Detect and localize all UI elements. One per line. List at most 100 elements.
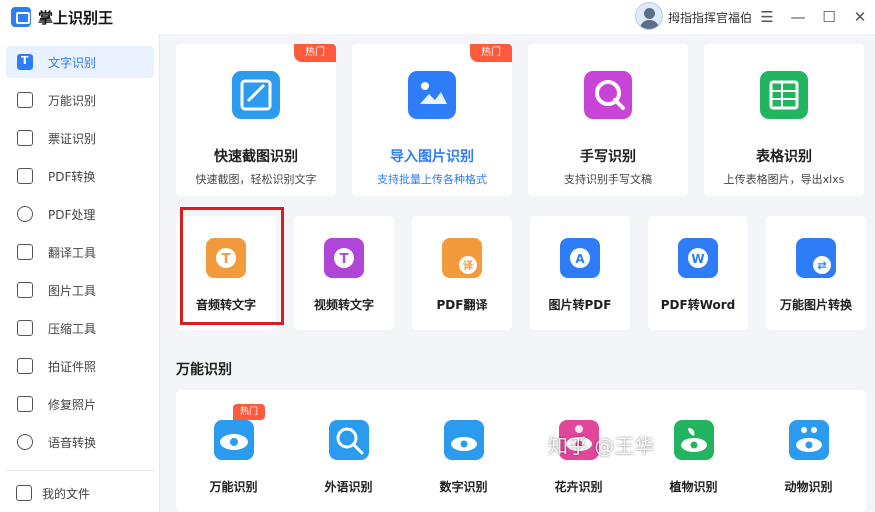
number-icon: [442, 418, 486, 462]
card-title: 手写识别: [580, 149, 636, 165]
quick-screenshot-card[interactable]: 热门 快速截图识别 快速截图，轻松识别文字: [176, 44, 336, 196]
number-recognition-item[interactable]: 数字识别: [406, 390, 521, 512]
highlight-box: [180, 207, 284, 325]
card-subtitle: 上传表格图片，导出xlxs: [723, 173, 845, 186]
image-to-pdf-card[interactable]: A 图片转PDF: [530, 216, 630, 330]
image-to-pdf-icon: A: [558, 236, 602, 280]
icon-letter: W: [691, 252, 704, 266]
sidebar-item-pdf-convert[interactable]: PDF转换: [6, 160, 154, 192]
foreign-language-icon: [327, 418, 371, 462]
card-title: PDF转Word: [660, 298, 736, 312]
import-image-card[interactable]: 热门 导入图片识别 支持批量上传各种格式: [352, 44, 512, 196]
my-files-icon: [16, 485, 32, 501]
close-button[interactable]: ✕: [848, 5, 872, 29]
voice-convert-icon: [17, 434, 33, 450]
hot-badge: 热门: [470, 44, 512, 62]
card-title: 视频转文字: [313, 298, 374, 312]
sidebar-item-label: 修复照片: [48, 398, 97, 412]
sidebar-item-label: PDF处理: [48, 208, 96, 222]
card-title: PDF翻译: [436, 298, 488, 312]
sidebar-item-label: 语音转换: [48, 436, 97, 450]
pdf-translate-card[interactable]: 译 PDF翻译: [412, 216, 512, 330]
screenshot-icon: [229, 68, 283, 122]
animal-recognition-item[interactable]: 动物识别: [751, 390, 866, 512]
foreign-language-item[interactable]: 外语识别: [291, 390, 406, 512]
table-card[interactable]: 表格识别 上传表格图片，导出xlxs: [704, 44, 864, 196]
sidebar-item-universal[interactable]: 万能识别: [6, 84, 154, 116]
sidebar-item-label: PDF转换: [48, 170, 96, 184]
hot-badge: 热门: [294, 44, 336, 62]
avatar[interactable]: [635, 2, 663, 30]
sidebar-item-label: 我的文件: [42, 487, 91, 501]
video-to-text-icon: T: [322, 236, 366, 280]
handwriting-icon: [581, 68, 635, 122]
recognition-panel: 热门 万能识别 外语识别 数字识别 花卉识别 植物识别 动物识别: [176, 390, 866, 512]
ticket-icon: [17, 130, 33, 146]
icon-letter: 译: [463, 259, 474, 272]
video-to-text-card[interactable]: T 视频转文字: [294, 216, 394, 330]
animal-icon: [787, 418, 831, 462]
image-convert-card[interactable]: ⇄ 万能图片转换: [766, 216, 866, 330]
sidebar-item-ticket[interactable]: 票证识别: [6, 122, 154, 154]
sidebar-item-text-recognition[interactable]: 文字识别: [6, 46, 154, 78]
section-title: 万能识别: [176, 362, 232, 378]
translate-icon: [17, 244, 33, 260]
sidebar-item-voice[interactable]: 语音转换: [6, 426, 154, 458]
universal-eye-icon: [212, 418, 256, 462]
card-title: 动物识别: [784, 480, 833, 494]
sidebar-item-label: 翻译工具: [48, 246, 97, 260]
compress-icon: [17, 320, 33, 336]
app-title: 掌上识别王: [38, 9, 114, 27]
sidebar-divider: [6, 470, 154, 471]
image-tool-icon: [17, 282, 33, 298]
maximize-button[interactable]: ☐: [817, 5, 841, 29]
sidebar-item-compress[interactable]: 压缩工具: [6, 312, 154, 344]
icon-letter: T: [340, 252, 349, 267]
sidebar-item-my-files[interactable]: 我的文件: [6, 478, 154, 508]
watermark: 知乎 @王华: [548, 434, 655, 458]
title-bar: 掌上识别王 拇指指挥官福伯 ☰ — ☐ ✕: [0, 0, 875, 34]
sidebar-item-label: 压缩工具: [48, 322, 97, 336]
sidebar-item-image-tool[interactable]: 图片工具: [6, 274, 154, 306]
sidebar-item-label: 文字识别: [48, 56, 97, 70]
table-icon: [757, 68, 811, 122]
card-title: 导入图片识别: [390, 149, 474, 165]
pdf-translate-icon: 译: [440, 236, 484, 280]
card-subtitle: 快速截图，轻松识别文字: [195, 173, 317, 186]
pdf-to-word-card[interactable]: W PDF转Word: [648, 216, 748, 330]
card-title: 快速截图识别: [214, 149, 298, 165]
sidebar-item-translate[interactable]: 翻译工具: [6, 236, 154, 268]
card-title: 图片转PDF: [548, 298, 612, 312]
handwriting-card[interactable]: 手写识别 支持识别手写文稿: [528, 44, 688, 196]
card-title: 植物识别: [669, 480, 718, 494]
pdf-convert-icon: [17, 168, 33, 184]
card-title: 万能图片转换: [779, 298, 852, 312]
sidebar-item-photo-repair[interactable]: 修复照片: [6, 388, 154, 420]
menu-icon[interactable]: ☰: [755, 5, 779, 29]
sidebar: 文字识别 万能识别 票证识别 PDF转换 PDF处理 翻译工具 图片工具 压缩工…: [0, 34, 160, 512]
sidebar-item-label: 拍证件照: [48, 360, 97, 374]
sidebar-item-pdf-process[interactable]: PDF处理: [6, 198, 154, 230]
sidebar-item-label: 票证识别: [48, 132, 97, 146]
icon-letter: A: [575, 252, 585, 266]
main-content: 热门 快速截图识别 快速截图，轻松识别文字 热门 导入图片识别 支持批量上传各种…: [161, 34, 875, 512]
pdf-to-word-icon: W: [676, 236, 720, 280]
pdf-process-icon: [17, 206, 33, 222]
app-logo-icon: [11, 7, 31, 27]
username[interactable]: 拇指指挥官福伯: [668, 9, 752, 26]
sidebar-item-id-photo[interactable]: 拍证件照: [6, 350, 154, 382]
text-recognition-icon: [17, 54, 33, 70]
card-title: 外语识别: [324, 480, 373, 494]
sidebar-item-label: 万能识别: [48, 94, 97, 108]
scan-icon: [17, 92, 33, 108]
sidebar-item-label: 图片工具: [48, 284, 97, 298]
photo-repair-icon: [17, 396, 33, 412]
minimize-button[interactable]: —: [786, 5, 810, 29]
card-title: 花卉识别: [554, 480, 603, 494]
card-subtitle: 支持批量上传各种格式: [377, 173, 487, 186]
card-subtitle: 支持识别手写文稿: [564, 173, 652, 186]
universal-recognition-item[interactable]: 热门 万能识别: [176, 390, 291, 512]
icon-letter: ⇄: [817, 259, 826, 272]
id-photo-icon: [17, 358, 33, 374]
card-title: 表格识别: [756, 149, 812, 165]
